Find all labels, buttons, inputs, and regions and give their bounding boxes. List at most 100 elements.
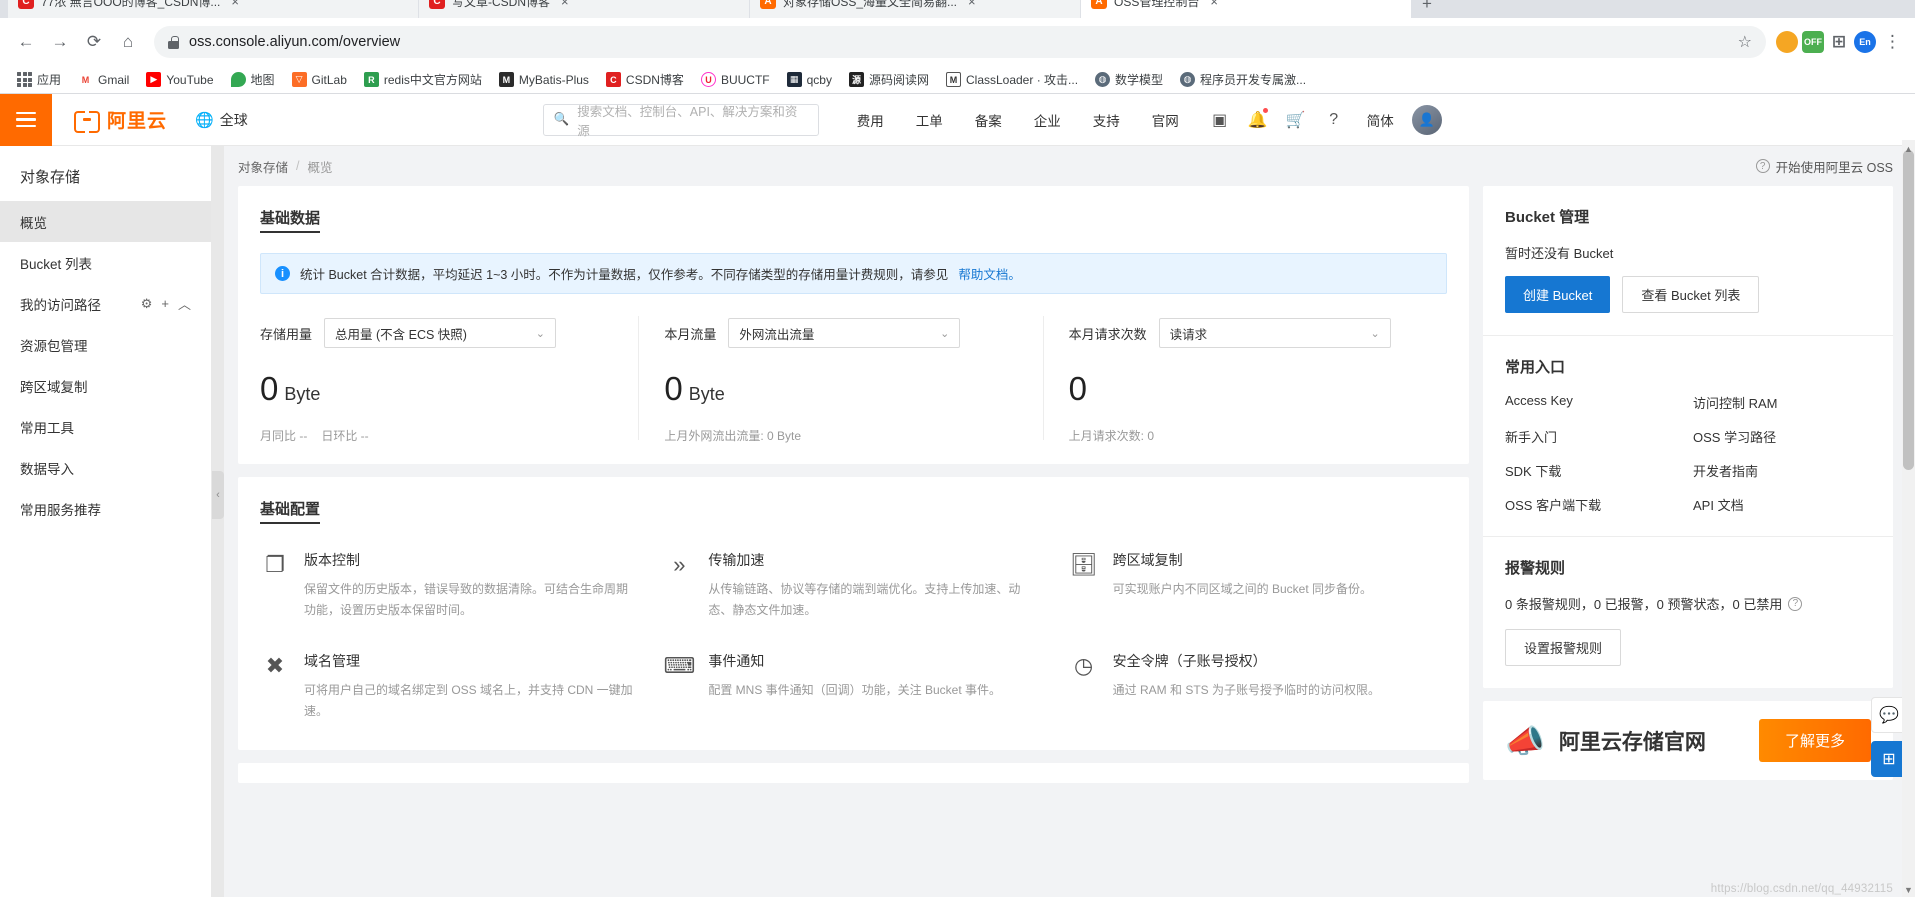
back-icon[interactable]: ← — [10, 26, 42, 58]
entry-link-access-key[interactable]: Access Key — [1505, 393, 1683, 412]
chevron-up-icon[interactable]: ︿ — [178, 294, 191, 313]
bookmark-maps[interactable]: 地图 — [224, 68, 282, 91]
bookmark-dev-promo[interactable]: ◍ 程序员开发专属激... — [1173, 68, 1313, 91]
help-doc-link[interactable]: 帮助文档。 — [958, 264, 1021, 283]
sidebar-item-service-recommendations[interactable]: 常用服务推荐 — [0, 488, 211, 529]
extension-puzzle-icon[interactable]: ⊞ — [1828, 31, 1850, 53]
bookmark-classloader[interactable]: M ClassLoader · 攻击... — [939, 68, 1085, 91]
entry-link-ram[interactable]: 访问控制 RAM — [1693, 393, 1871, 412]
create-bucket-button[interactable]: 创建 Bucket — [1505, 276, 1610, 313]
learn-more-button[interactable]: 了解更多 — [1759, 719, 1871, 762]
bookmark-buuctf[interactable]: U BUUCTF — [694, 69, 777, 90]
new-tab-button[interactable]: + — [1422, 0, 1432, 14]
bookmark-youtube[interactable]: ▶ YouTube — [139, 69, 220, 90]
nav-item-icp[interactable]: 备案 — [959, 110, 1018, 130]
feature-domain-management[interactable]: ✖ 域名管理 可将用户自己的域名绑定到 OSS 域名上，并支持 CDN 一键加速… — [260, 651, 638, 722]
bookmark-math-model[interactable]: ◍ 数学模型 — [1088, 68, 1170, 91]
alarm-settings-button[interactable]: 设置报警规则 — [1505, 629, 1621, 666]
address-bar[interactable]: oss.console.aliyun.com/overview ☆ — [154, 26, 1766, 58]
aliyun-logo[interactable]: 阿里云 — [74, 106, 167, 133]
sidebar-item-my-access-paths[interactable]: 我的访问路径 ⚙ + ︿ — [0, 283, 211, 324]
entry-link-sdk-download[interactable]: SDK 下载 — [1505, 461, 1683, 480]
close-icon[interactable]: × — [231, 0, 239, 9]
sidebar-item-bucket-list[interactable]: Bucket 列表 — [0, 242, 211, 283]
avatar[interactable]: 👤 — [1412, 105, 1442, 135]
extension-orange-icon[interactable] — [1776, 31, 1798, 53]
language-selector[interactable]: 简体 — [1353, 110, 1408, 130]
feature-security-token[interactable]: ◷ 安全令牌（子账号授权） 通过 RAM 和 STS 为子账号授予临时的访问权限… — [1069, 651, 1447, 722]
feature-event-notification[interactable]: ⌨ 事件通知 配置 MNS 事件通知（回调）功能，关注 Bucket 事件。 — [664, 651, 1042, 722]
profile-en-icon[interactable]: En — [1854, 31, 1876, 53]
sidebar-collapse-handle[interactable]: ‹ — [212, 146, 224, 897]
nav-item-enterprise[interactable]: 企业 — [1018, 110, 1077, 130]
bookmark-gmail[interactable]: M Gmail — [71, 69, 136, 90]
bookmark-source[interactable]: 源 源码阅读网 — [842, 68, 936, 91]
scrollbar-thumb[interactable] — [1903, 150, 1914, 470]
browser-tab[interactable]: A 对象存储OSS_海量文全简易翻... × — [750, 0, 1080, 18]
bookmark-mybatis[interactable]: M MyBatis-Plus — [492, 69, 596, 90]
home-icon[interactable]: ⌂ — [112, 26, 144, 58]
select-value: 读请求 — [1170, 324, 1208, 343]
bookmark-apps[interactable]: 应用 — [10, 68, 68, 91]
feature-transfer-acceleration[interactable]: » 传输加速 从传输链路、协议等存储的端到端优化。支持上传加速、动态、静态文件加… — [664, 550, 1042, 621]
plus-icon[interactable]: + — [161, 296, 169, 311]
entry-link-client-download[interactable]: OSS 客户端下载 — [1505, 495, 1683, 514]
entry-link-getting-started[interactable]: 新手入门 — [1505, 427, 1683, 446]
sidebar-item-common-tools[interactable]: 常用工具 — [0, 406, 211, 447]
nav-item-website[interactable]: 官网 — [1136, 110, 1195, 130]
shopping-cart-icon[interactable]: 🛒 — [1277, 94, 1315, 146]
forward-icon[interactable]: → — [44, 26, 76, 58]
breadcrumb-root[interactable]: 对象存储 — [238, 157, 288, 176]
close-icon[interactable]: × — [561, 0, 569, 9]
browser-tab[interactable]: C 写文章-CSDN博客 × — [419, 0, 749, 18]
close-icon[interactable]: × — [1210, 0, 1218, 9]
source-icon: 源 — [849, 72, 864, 87]
storage-usage-select[interactable]: 总用量 (不含 ECS 快照) ⌄ — [324, 318, 556, 348]
bucket-buttons: 创建 Bucket 查看 Bucket 列表 — [1505, 276, 1871, 313]
reload-icon[interactable]: ⟳ — [78, 26, 110, 58]
help-icon[interactable]: ? — [1315, 94, 1353, 146]
transfer-acceleration-icon: » — [664, 550, 694, 580]
gear-icon[interactable]: ⚙ — [141, 296, 153, 312]
region-selector[interactable]: 🌐 全球 — [195, 110, 248, 130]
monthly-requests-select[interactable]: 读请求 ⌄ — [1159, 318, 1391, 348]
notification-bell-icon[interactable]: 🔔 — [1239, 94, 1277, 146]
help-icon[interactable]: ? — [1788, 597, 1802, 611]
chevron-left-icon[interactable]: ‹ — [212, 471, 224, 519]
browser-tab[interactable]: C 77浓 無言OOO的博客_CSDN博... × — [8, 0, 418, 18]
nav-item-fees[interactable]: 费用 — [841, 110, 900, 130]
bookmark-gitlab[interactable]: ▽ GitLab — [285, 69, 354, 90]
bookmark-csdn[interactable]: C CSDN博客 — [599, 68, 691, 91]
feature-cross-region-replication[interactable]: 🗄 跨区域复制 可实现账户内不同区域之间的 Bucket 同步备份。 — [1069, 550, 1447, 621]
entry-link-developer-guide[interactable]: 开发者指南 — [1693, 461, 1871, 480]
nav-item-tickets[interactable]: 工单 — [900, 110, 959, 130]
entry-link-api-doc[interactable]: API 文档 — [1693, 495, 1871, 514]
browser-tab-active[interactable]: A OSS管理控制台 × — [1081, 0, 1411, 18]
entry-link-learning-path[interactable]: OSS 学习路径 — [1693, 427, 1871, 446]
start-using-oss-link[interactable]: ? 开始使用阿里云 OSS — [1756, 157, 1893, 176]
sidebar-item-overview[interactable]: 概览 — [0, 201, 211, 242]
sidebar-item-cross-region-replication[interactable]: 跨区域复制 — [0, 365, 211, 406]
monthly-traffic-select[interactable]: 外网流出流量 ⌄ — [728, 318, 960, 348]
feature-version-control[interactable]: ❐ 版本控制 保留文件的历史版本，错误导致的数据清除。可结合生命周期功能，设置历… — [260, 550, 638, 621]
terminal-icon[interactable]: ▣ — [1201, 94, 1239, 146]
bookmark-label: GitLab — [312, 73, 347, 87]
browser-menu-icon[interactable]: ⋮ — [1880, 32, 1905, 52]
scroll-up-icon[interactable]: ▲ — [1903, 144, 1914, 154]
sidebar-item-data-import[interactable]: 数据导入 — [0, 447, 211, 488]
maps-icon — [231, 72, 246, 87]
bookmark-star-icon[interactable]: ☆ — [1738, 32, 1752, 52]
global-search-input[interactable]: 🔍 搜索文档、控制台、API、解决方案和资源 — [543, 104, 819, 136]
hamburger-icon[interactable] — [0, 94, 52, 146]
scroll-down-icon[interactable]: ▼ — [1903, 885, 1914, 895]
bookmark-redis[interactable]: R redis中文官方网站 — [357, 68, 489, 91]
stat-storage-usage: 存储用量 总用量 (不含 ECS 快照) ⌄ 0Byte 月同比 -- — [260, 294, 638, 444]
promo-banner[interactable]: 📣 阿里云存储官网 了解更多 — [1483, 701, 1893, 780]
bookmark-qcby[interactable]: ▦ qcby — [780, 69, 839, 90]
extension-off-icon[interactable]: OFF — [1802, 31, 1824, 53]
sidebar-item-resource-packages[interactable]: 资源包管理 — [0, 324, 211, 365]
bookmark-label: 应用 — [37, 71, 61, 88]
nav-item-support[interactable]: 支持 — [1077, 110, 1136, 130]
close-icon[interactable]: × — [968, 0, 976, 9]
view-bucket-list-button[interactable]: 查看 Bucket 列表 — [1622, 276, 1759, 313]
